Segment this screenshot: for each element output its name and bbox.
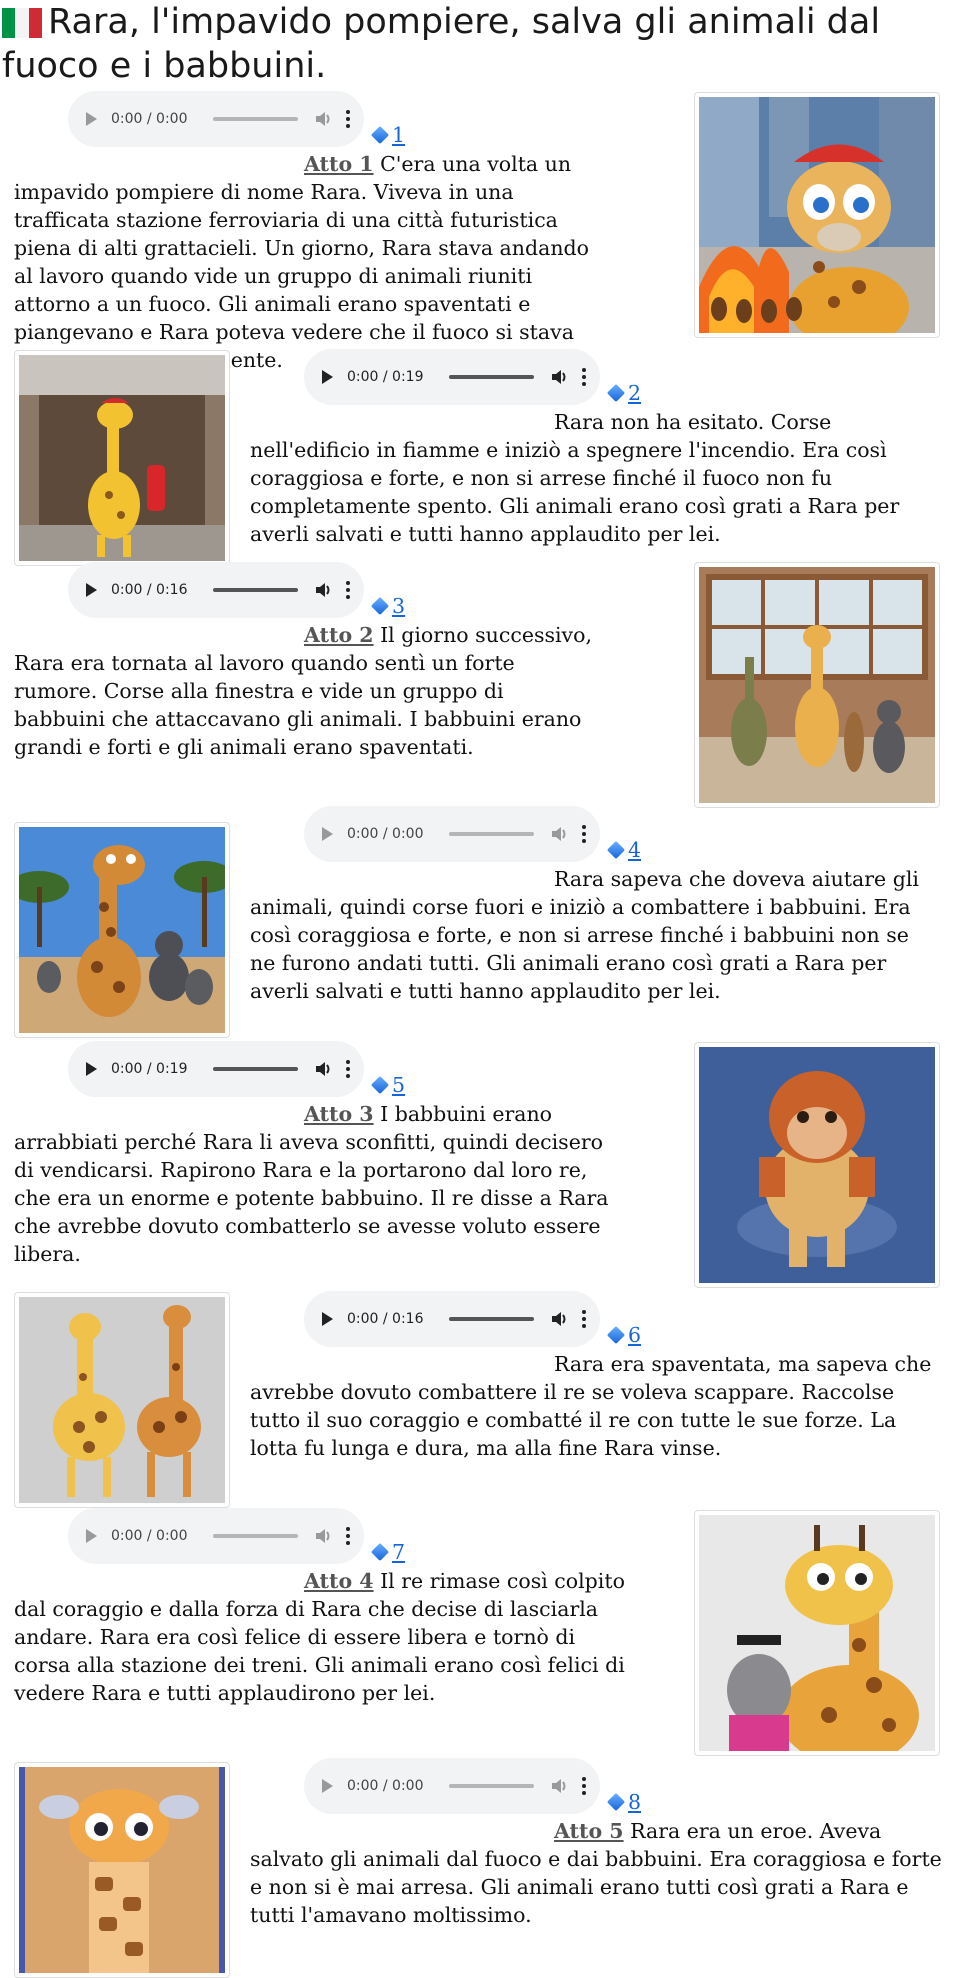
more-options-icon[interactable] (582, 1310, 586, 1328)
illustration-6 (14, 1292, 230, 1508)
act-heading: Atto 2 (304, 623, 374, 647)
blue-diamond-icon (370, 1075, 390, 1095)
audio-time: 0:00 / 0:19 (111, 1061, 188, 1077)
blue-diamond-icon (606, 383, 626, 403)
act-heading: Atto 4 (304, 1569, 374, 1593)
blue-diamond-icon (370, 1542, 390, 1562)
blue-diamond-icon (370, 125, 390, 145)
audio-time: 0:00 / 0:00 (111, 111, 188, 127)
seek-bar[interactable] (213, 1534, 298, 1538)
italy-flag-icon (2, 8, 42, 38)
audio-time: 0:00 / 0:16 (111, 582, 188, 598)
play-icon[interactable] (322, 1779, 333, 1793)
volume-icon[interactable] (550, 1777, 568, 1795)
play-icon[interactable] (86, 112, 97, 126)
audio-time: 0:00 / 0:19 (347, 369, 424, 385)
story-paragraph-1: 0:00 / 0:00 1 Atto 1 C'era una volta un … (14, 91, 614, 374)
illustration-5 (694, 1042, 940, 1288)
act-heading: Atto 5 (554, 1819, 624, 1843)
audio-player-7[interactable]: 0:00 / 0:00 (68, 1508, 364, 1564)
act-heading: Atto 3 (304, 1102, 374, 1126)
volume-icon[interactable] (314, 1527, 332, 1545)
section-link-3[interactable]: 3 (370, 592, 405, 620)
illustration-8 (14, 1762, 230, 1978)
more-options-icon[interactable] (582, 825, 586, 843)
seek-bar[interactable] (213, 588, 298, 592)
volume-icon[interactable] (314, 1060, 332, 1078)
page-title: Rara, l'impavido pompiere, salva gli ani… (2, 2, 881, 86)
section-link-6[interactable]: 6 (606, 1321, 641, 1349)
story-paragraph-4: 0:00 / 0:00 4 Rara sapeva che doveva aiu… (250, 806, 926, 1005)
seek-bar[interactable] (449, 832, 534, 836)
story-paragraph-7: 0:00 / 0:00 7 Atto 4 Il re rimase così c… (14, 1508, 634, 1707)
play-icon[interactable] (322, 370, 333, 384)
volume-icon[interactable] (314, 581, 332, 599)
illustration-4 (14, 822, 230, 1038)
audio-player-3[interactable]: 0:00 / 0:16 (68, 562, 364, 618)
story-paragraph-8: 0:00 / 0:00 8 Atto 5 Rara era un eroe. A… (250, 1758, 950, 1929)
audio-time: 0:00 / 0:16 (347, 1311, 424, 1327)
more-options-icon[interactable] (582, 368, 586, 386)
more-options-icon[interactable] (346, 1060, 350, 1078)
more-options-icon[interactable] (346, 110, 350, 128)
audio-player-5[interactable]: 0:00 / 0:19 (68, 1041, 364, 1097)
section-link-1[interactable]: 1 (370, 121, 405, 149)
audio-time: 0:00 / 0:00 (347, 826, 424, 842)
section-link-8[interactable]: 8 (606, 1788, 641, 1816)
seek-bar[interactable] (449, 375, 534, 379)
seek-bar[interactable] (449, 1317, 534, 1321)
blue-diamond-icon (606, 1792, 626, 1812)
volume-icon[interactable] (550, 825, 568, 843)
more-options-icon[interactable] (346, 1527, 350, 1545)
more-options-icon[interactable] (582, 1777, 586, 1795)
audio-time: 0:00 / 0:00 (347, 1778, 424, 1794)
section-link-5[interactable]: 5 (370, 1071, 405, 1099)
section-link-2[interactable]: 2 (606, 379, 641, 407)
seek-bar[interactable] (449, 1784, 534, 1788)
audio-player-2[interactable]: 0:00 / 0:19 (304, 349, 600, 405)
section-link-7[interactable]: 7 (370, 1538, 405, 1566)
illustration-3 (694, 562, 940, 808)
story-paragraph-2: 0:00 / 0:19 2 Rara non ha esitato. Corse… (250, 349, 926, 548)
illustration-1 (694, 92, 940, 338)
audio-player-8[interactable]: 0:00 / 0:00 (304, 1758, 600, 1814)
play-icon[interactable] (322, 1312, 333, 1326)
seek-bar[interactable] (213, 1067, 298, 1071)
audio-player-1[interactable]: 0:00 / 0:00 (68, 91, 364, 147)
more-options-icon[interactable] (346, 581, 350, 599)
play-icon[interactable] (86, 1062, 97, 1076)
illustration-2 (14, 350, 230, 566)
blue-diamond-icon (606, 1325, 626, 1345)
volume-icon[interactable] (550, 1310, 568, 1328)
volume-icon[interactable] (550, 368, 568, 386)
audio-time: 0:00 / 0:00 (111, 1528, 188, 1544)
story-paragraph-6: 0:00 / 0:16 6 Rara era spaventata, ma sa… (250, 1291, 950, 1462)
blue-diamond-icon (606, 840, 626, 860)
act-heading: Atto 1 (304, 152, 374, 176)
story-paragraph-5: 0:00 / 0:19 5 Atto 3 I babbuini erano ar… (14, 1041, 624, 1268)
illustration-7 (694, 1510, 940, 1756)
audio-player-6[interactable]: 0:00 / 0:16 (304, 1291, 600, 1347)
seek-bar[interactable] (213, 117, 298, 121)
section-link-4[interactable]: 4 (606, 836, 641, 864)
blue-diamond-icon (370, 596, 390, 616)
play-icon[interactable] (322, 827, 333, 841)
volume-icon[interactable] (314, 110, 332, 128)
play-icon[interactable] (86, 583, 97, 597)
audio-player-4[interactable]: 0:00 / 0:00 (304, 806, 600, 862)
story-paragraph-3: 0:00 / 0:16 3 Atto 2 Il giorno successiv… (14, 562, 594, 761)
play-icon[interactable] (86, 1529, 97, 1543)
